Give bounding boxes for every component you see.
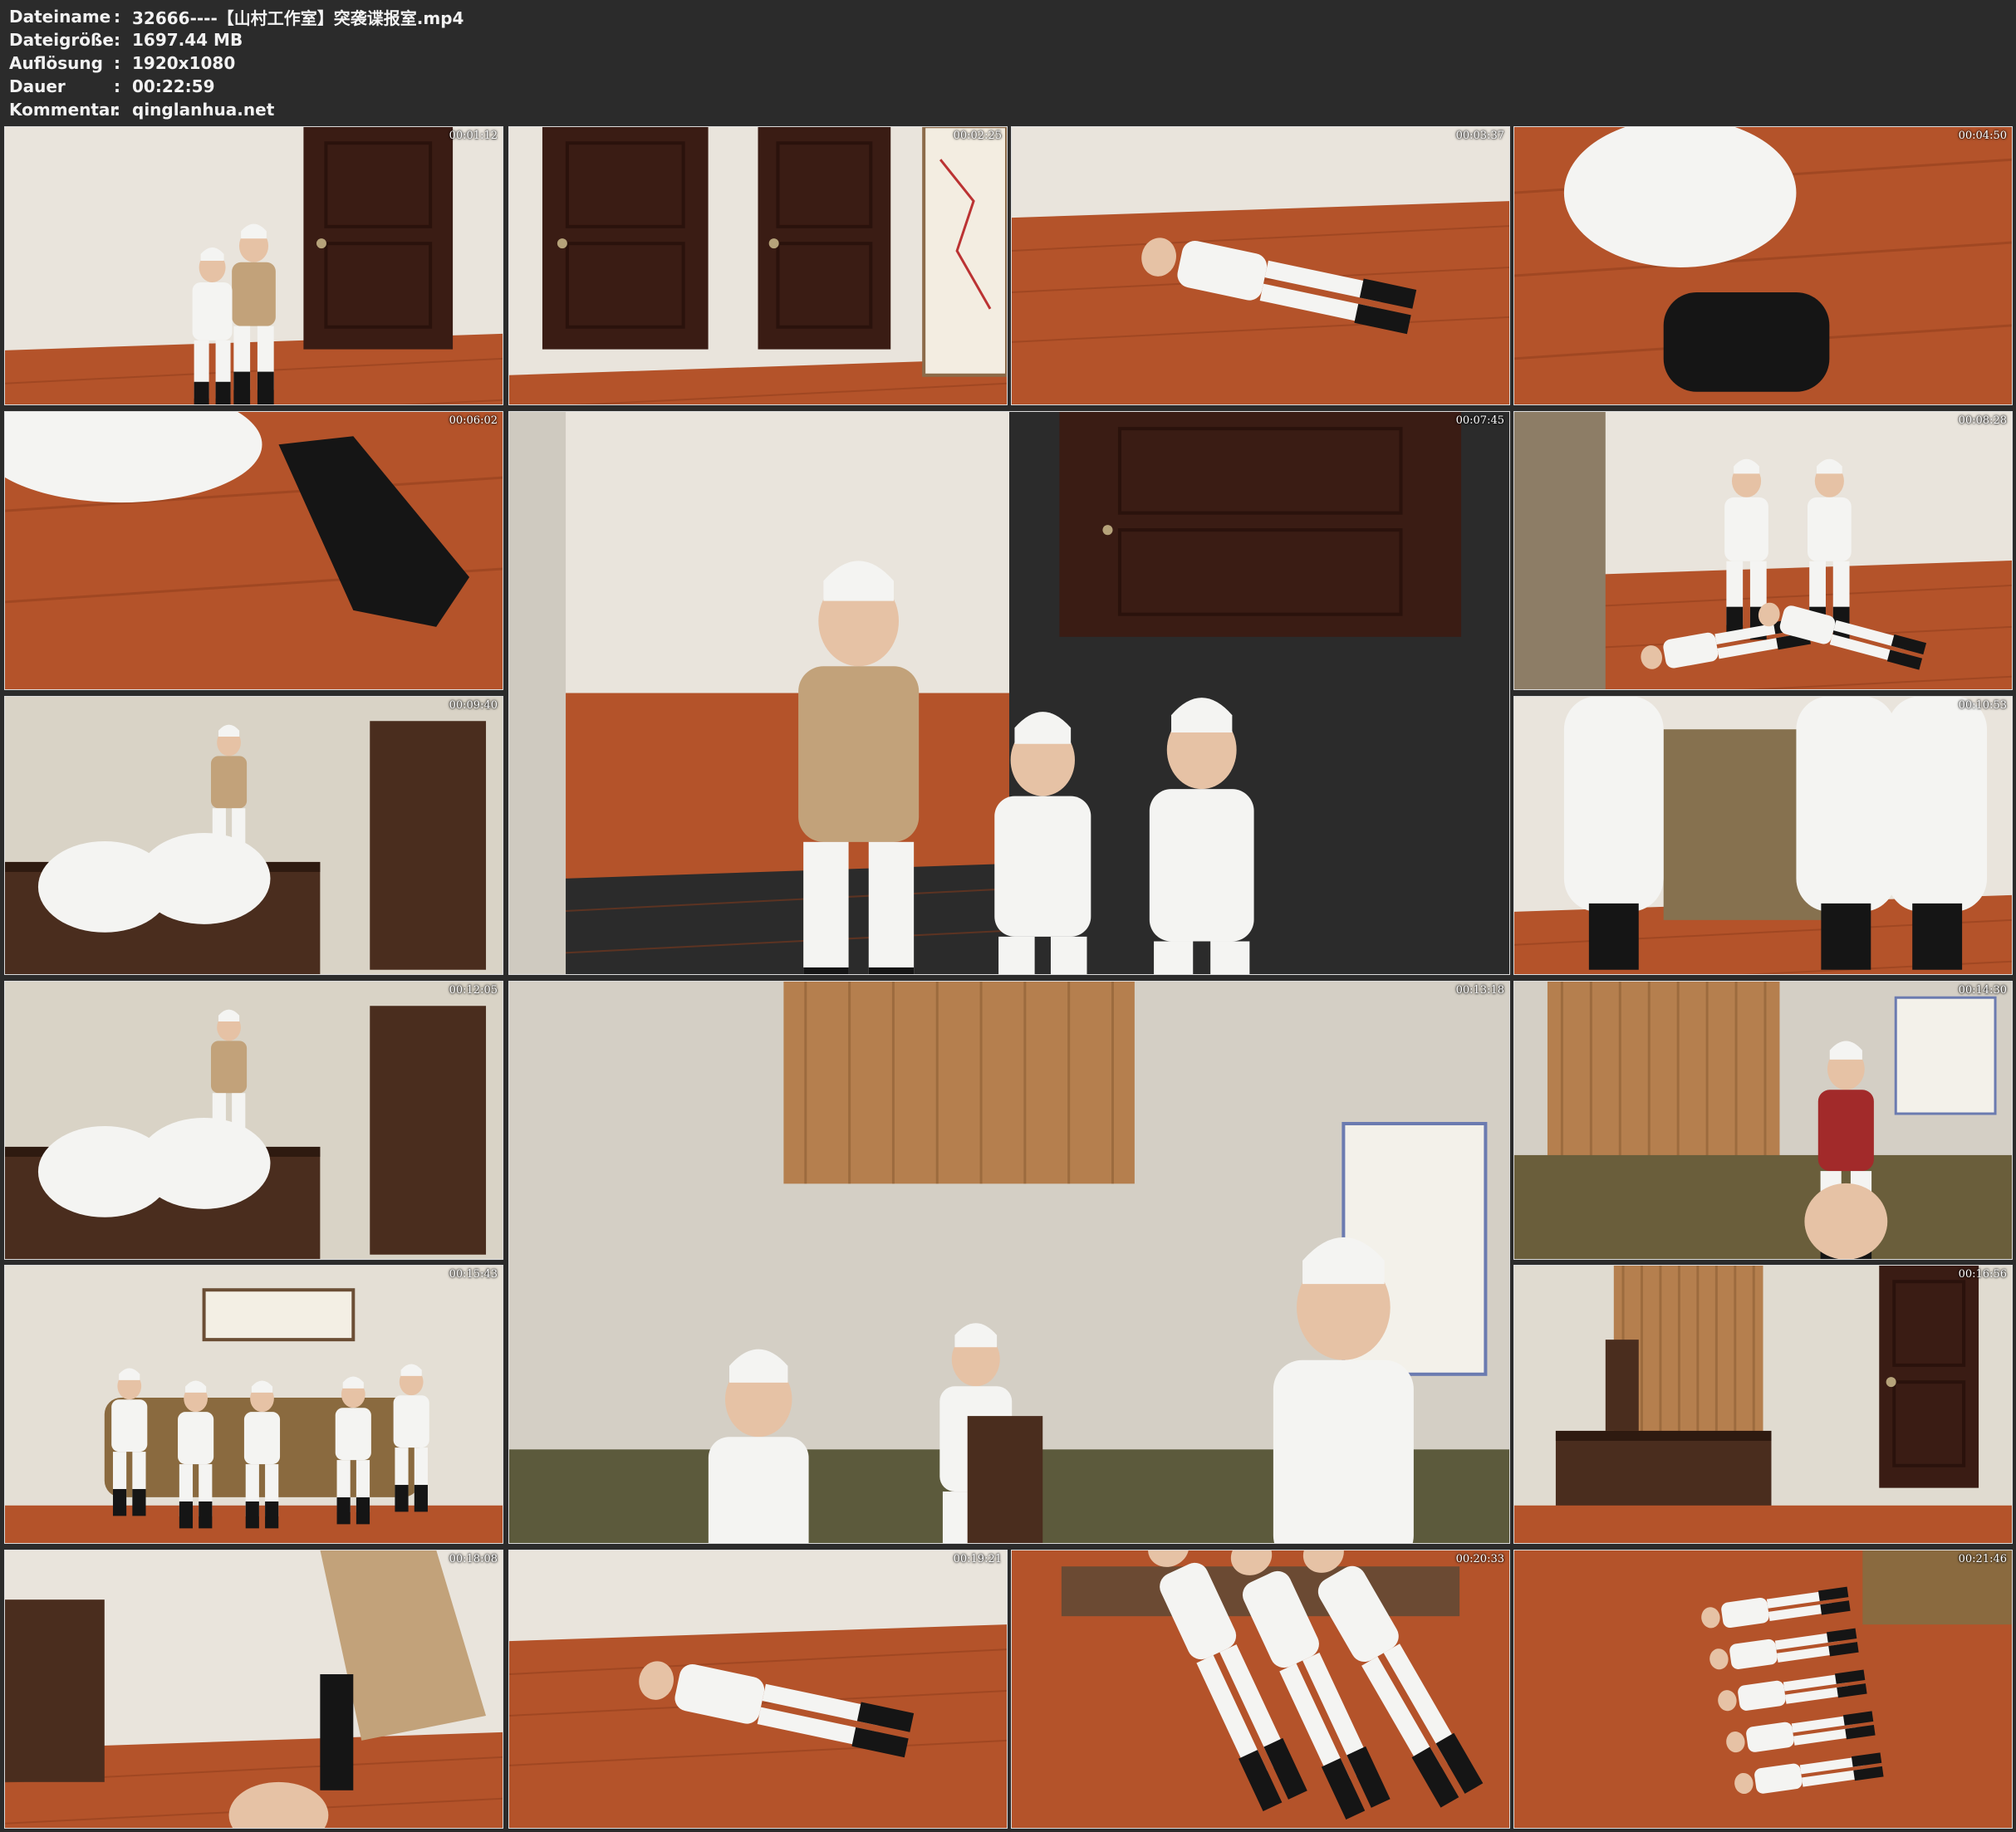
thumbnail-timestamp: 00:14:30 bbox=[1958, 984, 2007, 997]
filesize-row: Dateigröße : 1697.44 MB bbox=[9, 28, 1172, 51]
thumbnail-image bbox=[5, 982, 503, 1259]
thumbnail-timestamp: 00:07:45 bbox=[1455, 414, 1504, 427]
video-thumbnail: 00:10:53 bbox=[1513, 696, 2013, 975]
thumbnail-image bbox=[509, 1550, 1007, 1828]
video-thumbnail: 00:09:40 bbox=[4, 696, 503, 975]
comment-value: qinglanhua.net bbox=[132, 100, 275, 120]
thumbnail-image bbox=[509, 412, 1462, 974]
video-thumbnail: 00:04:50 bbox=[1513, 126, 2013, 405]
thumbnail-image bbox=[5, 697, 503, 974]
resolution-row: Auflösung : 1920x1080 bbox=[9, 51, 1172, 75]
thumbnail-timestamp: 00:16:56 bbox=[1958, 1268, 2007, 1281]
filename-label: Dateiname bbox=[9, 7, 111, 27]
duration-label: Dauer bbox=[9, 76, 66, 96]
thumbnail-image bbox=[1514, 1550, 2012, 1828]
file-info-header: Dateiname : 32666----【山村工作室】突袭谍报室.mp4 Da… bbox=[9, 5, 1172, 121]
video-thumbnail: 00:20:33 bbox=[1011, 1550, 1510, 1829]
filename-row: Dateiname : 32666----【山村工作室】突袭谍报室.mp4 bbox=[9, 5, 1172, 28]
thumbnail-timestamp: 00:01:12 bbox=[449, 130, 498, 142]
thumbnail-image bbox=[1514, 412, 2012, 689]
video-thumbnail: 00:14:30 bbox=[1513, 981, 2013, 1260]
thumbnail-timestamp: 00:15:43 bbox=[449, 1268, 498, 1281]
thumbnail-image bbox=[5, 1266, 503, 1543]
thumbnail-timestamp: 00:04:50 bbox=[1958, 130, 2007, 142]
thumbnail-grid: 00:01:12 00:02:25 00:03:37 00:04:50 00:06:… bbox=[4, 126, 2014, 1829]
separator: : bbox=[114, 7, 120, 27]
thumbnail-image bbox=[1012, 1550, 1509, 1828]
separator: : bbox=[114, 53, 120, 73]
separator: : bbox=[114, 76, 120, 96]
thumbnail-timestamp: 00:19:21 bbox=[953, 1553, 1002, 1565]
thumbnail-timestamp: 00:09:40 bbox=[449, 699, 498, 712]
thumbnail-image bbox=[509, 982, 1509, 1543]
thumbnail-timestamp: 00:12:05 bbox=[449, 984, 498, 997]
thumbnail-timestamp: 00:21:46 bbox=[1958, 1553, 2007, 1565]
thumbnail-timestamp: 00:13:18 bbox=[1455, 984, 1504, 997]
thumbnail-image bbox=[1514, 697, 2012, 974]
thumbnail-timestamp: 00:10:53 bbox=[1958, 699, 2007, 712]
resolution-value: 1920x1080 bbox=[132, 53, 236, 73]
thumbnail-image bbox=[5, 1550, 503, 1828]
filesize-value: 1697.44 MB bbox=[132, 30, 243, 50]
thumbnail-timestamp: 00:18:08 bbox=[449, 1553, 498, 1565]
thumbnail-image bbox=[5, 412, 503, 689]
video-thumbnail: 00:16:56 bbox=[1513, 1265, 2013, 1544]
thumbnail-timestamp: 00:03:37 bbox=[1455, 130, 1504, 142]
video-thumbnail: 00:03:37 bbox=[1011, 126, 1510, 405]
video-thumbnail: 00:08:28 bbox=[1513, 411, 2013, 690]
thumbnail-image bbox=[509, 127, 1007, 404]
video-thumbnail: 00:15:43 bbox=[4, 1265, 503, 1544]
thumbnail-image bbox=[1514, 982, 2012, 1259]
separator: : bbox=[114, 30, 120, 50]
video-thumbnail: 00:12:05 bbox=[4, 981, 503, 1260]
duration-row: Dauer : 00:22:59 bbox=[9, 75, 1172, 98]
thumbnail-timestamp: 00:08:28 bbox=[1958, 414, 2007, 427]
thumbnail-image bbox=[1514, 127, 2012, 404]
video-thumbnail: 00:02:25 bbox=[508, 126, 1008, 405]
duration-value: 00:22:59 bbox=[132, 76, 215, 96]
separator: : bbox=[114, 100, 120, 120]
thumbnail-image bbox=[1514, 1266, 2012, 1543]
thumbnail-timestamp: 00:06:02 bbox=[449, 414, 498, 427]
thumbnail-timestamp: 00:20:33 bbox=[1455, 1553, 1504, 1565]
video-thumbnail: 00:18:08 bbox=[4, 1550, 503, 1829]
thumbnail-timestamp: 00:02:25 bbox=[953, 130, 1002, 142]
resolution-label: Auflösung bbox=[9, 53, 103, 73]
video-thumbnail: 00:21:46 bbox=[1513, 1550, 2013, 1829]
comment-row: Kommentar : qinglanhua.net bbox=[9, 98, 1172, 121]
video-thumbnail: 00:07:45 bbox=[508, 411, 1510, 975]
thumbnail-image bbox=[5, 127, 503, 404]
video-thumbnail: 00:06:02 bbox=[4, 411, 503, 690]
filesize-label: Dateigröße bbox=[9, 30, 114, 50]
video-thumbnail: 00:19:21 bbox=[508, 1550, 1008, 1829]
video-thumbnail: 00:13:18 bbox=[508, 981, 1510, 1544]
thumbnail-image bbox=[1012, 127, 1509, 404]
filename-value: 32666----【山村工作室】突袭谍报室.mp4 bbox=[132, 7, 464, 28]
comment-label: Kommentar bbox=[9, 100, 119, 120]
video-thumbnail: 00:01:12 bbox=[4, 126, 503, 405]
